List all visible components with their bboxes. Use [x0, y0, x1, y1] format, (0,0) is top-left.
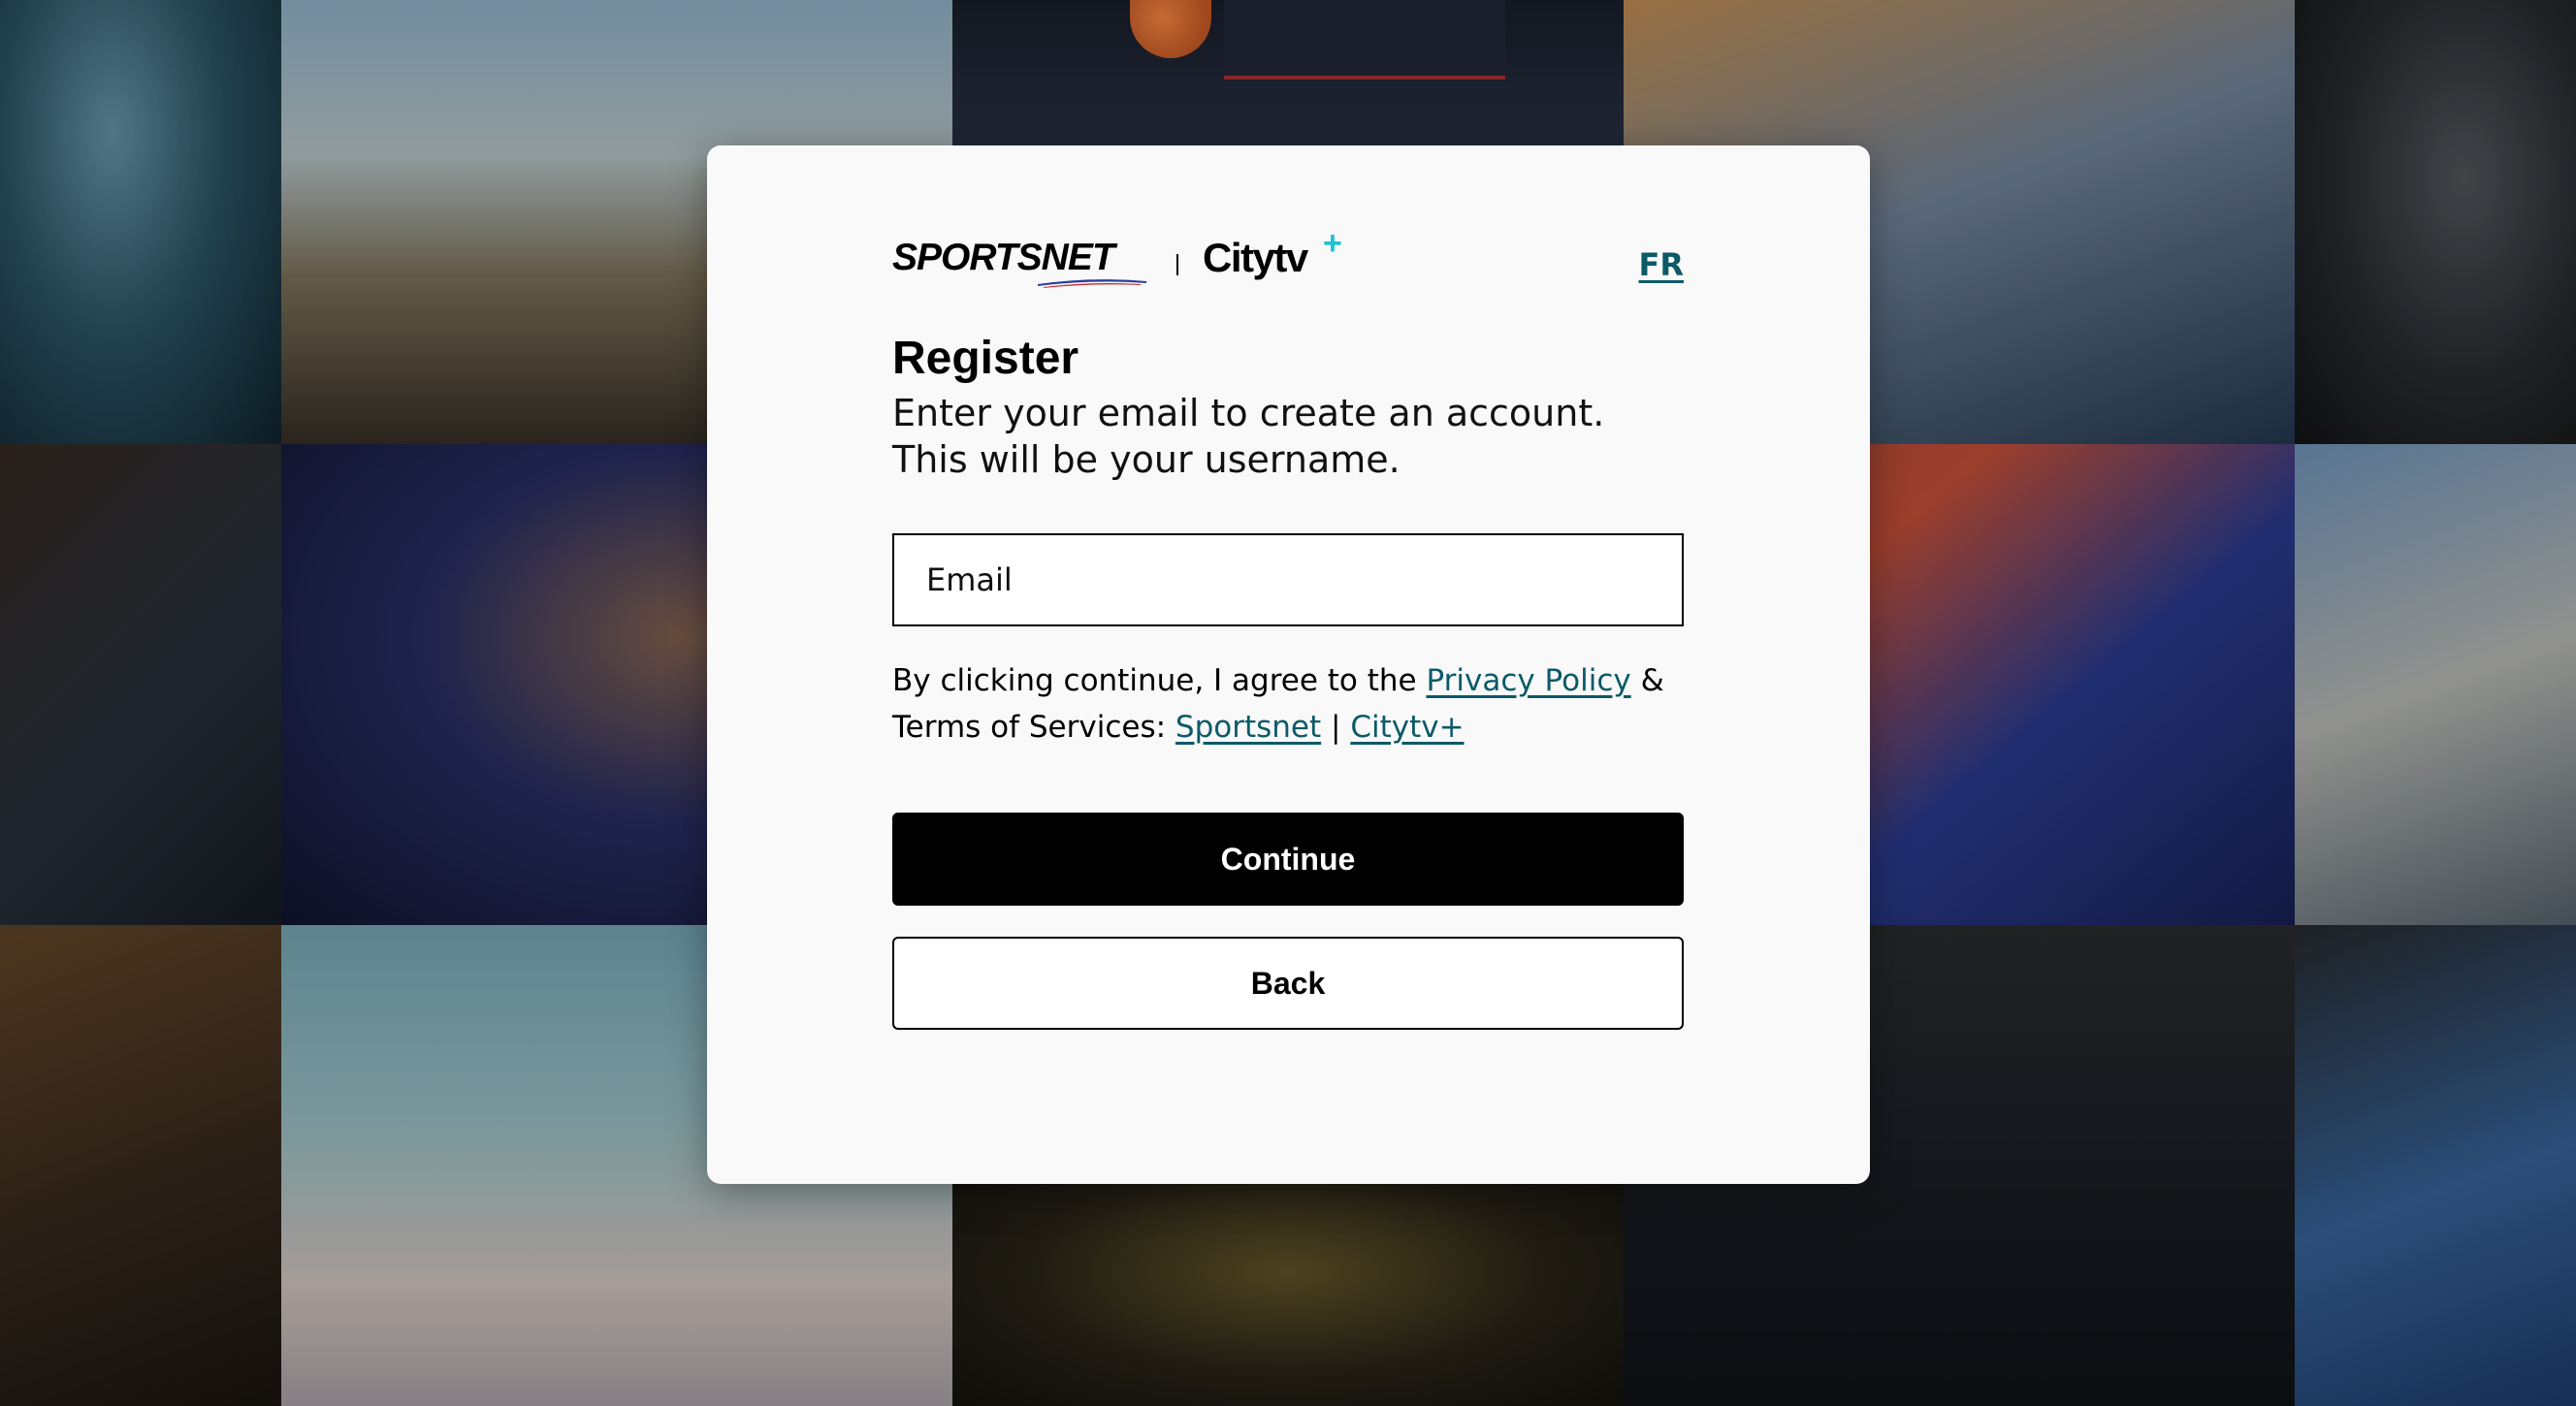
terms-of-service-text: Terms of Services: — [892, 710, 1175, 745]
citytv-logo: Citytv — [1203, 235, 1308, 280]
privacy-policy-link[interactable]: Privacy Policy — [1426, 663, 1630, 698]
continue-button[interactable]: Continue — [892, 813, 1684, 906]
page-title: Register — [892, 333, 1079, 384]
sportsnet-swoosh-icon — [1038, 279, 1146, 288]
email-field[interactable] — [892, 533, 1684, 626]
citytv-terms-link[interactable]: Citytv+ — [1350, 710, 1464, 745]
brand-header: SPORTSNET Citytv + FR — [892, 227, 1685, 293]
page-subtitle: Enter your email to create an account. T… — [892, 392, 1605, 481]
terms-ampersand-text: & — [1630, 663, 1664, 698]
register-dialog: SPORTSNET Citytv + FR Register Enter you… — [707, 145, 1870, 1184]
terms-separator-text: | — [1321, 710, 1351, 745]
back-button[interactable]: Back — [892, 937, 1684, 1030]
email-input[interactable] — [894, 535, 1682, 624]
language-toggle-link[interactable]: FR — [1639, 246, 1685, 283]
terms-prefix-text: By clicking continue, I agree to the — [892, 663, 1427, 698]
citytv-plus-icon: + — [1323, 225, 1342, 262]
terms-notice: By clicking continue, I agree to the Pri… — [892, 657, 1684, 751]
sportsnet-terms-link[interactable]: Sportsnet — [1175, 710, 1321, 745]
sportsnet-logo: SPORTSNET — [892, 237, 1115, 278]
logo-divider — [1176, 254, 1178, 275]
